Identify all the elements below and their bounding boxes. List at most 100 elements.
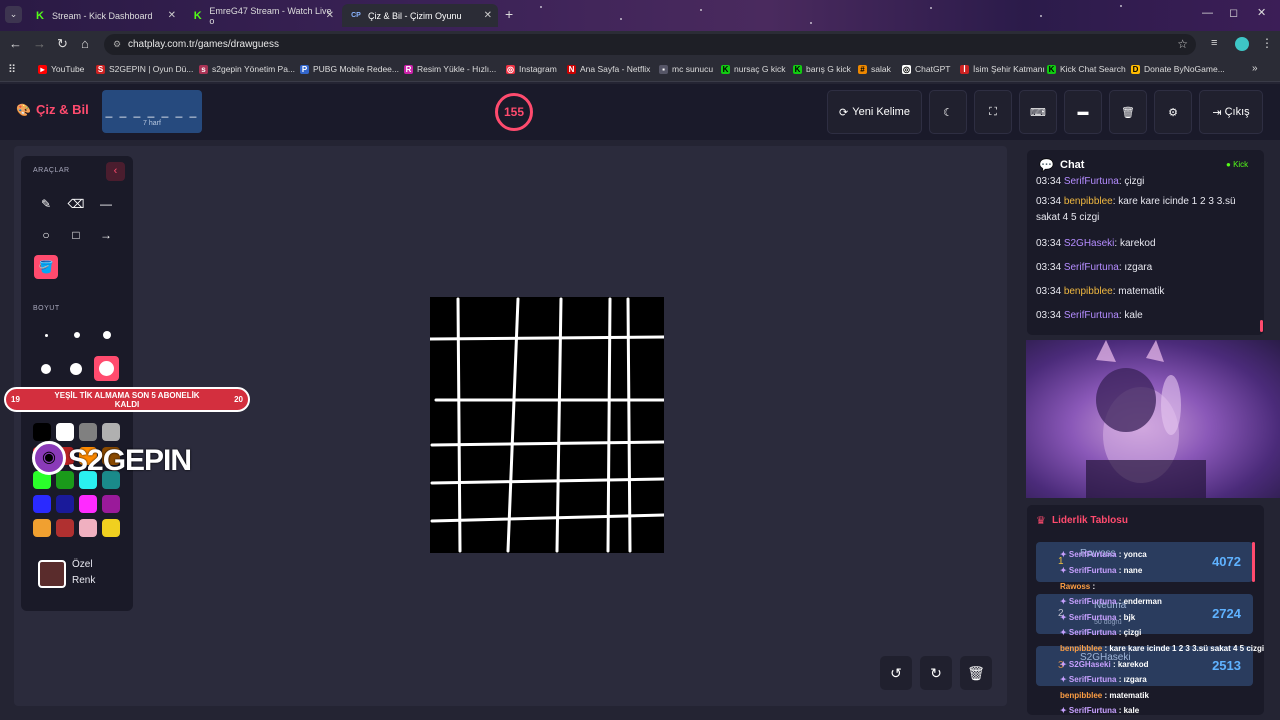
color-swatch[interactable]	[56, 423, 74, 441]
bookmark-mc-sunucu[interactable]: ▪ mc sunucu	[659, 64, 713, 74]
bookmark-isim-sehir[interactable]: İ İsim Şehir Katmanı	[960, 64, 1045, 74]
goal-target: 20	[234, 395, 243, 404]
line-tool[interactable]: —	[94, 192, 118, 216]
tab-emreg47-stream[interactable]: K EmreG47 Stream - Watch Live o ✕	[184, 4, 340, 27]
bookmark-donate[interactable]: D Donate ByNoGame...	[1131, 64, 1225, 74]
bookmark-pubg[interactable]: P PUBG Mobile Redee...	[300, 64, 399, 74]
chat-username[interactable]: benpibblee	[1064, 286, 1113, 297]
tab-ciz-bil[interactable]: CP Çiz & Bil - Çizim Oyunu ✕	[342, 4, 498, 27]
color-swatch[interactable]	[33, 495, 51, 513]
size-5[interactable]	[70, 363, 82, 375]
dark-mode-button[interactable]: ☾	[929, 90, 967, 134]
custom-color-swatch[interactable]	[38, 560, 66, 588]
new-tab-button[interactable]: +	[505, 6, 513, 22]
bookmark-chatgpt[interactable]: ◎ ChatGPT	[902, 64, 950, 74]
arrow-tool[interactable]: →	[94, 223, 118, 247]
fullscreen-button[interactable]: ⛶	[974, 90, 1012, 134]
bookmark-baris-kick[interactable]: Kbarış G kick	[793, 64, 851, 74]
collapse-panel-button[interactable]: ‹	[106, 162, 125, 181]
bookmark-nursac-kick[interactable]: Knursaç G kick	[721, 64, 786, 74]
player-score: 2724	[1212, 606, 1241, 621]
bookmark-star-icon[interactable]: ☆	[1177, 34, 1188, 55]
close-icon[interactable]: ✕	[168, 10, 176, 21]
overlay-text: : çizgi	[1116, 628, 1142, 637]
chat-username[interactable]: benpibblee	[1064, 196, 1113, 207]
chat-text: : çizgi	[1118, 176, 1145, 187]
minimize-button[interactable]: —	[1202, 7, 1213, 19]
brand-logo[interactable]: 🎨 Çiz & Bil	[16, 102, 89, 117]
redo-button[interactable]: ↻	[920, 656, 952, 690]
clear-button[interactable]: 🗑	[1109, 90, 1147, 134]
chat-scrollbar[interactable]	[1260, 320, 1263, 332]
tab-kick-dashboard[interactable]: K Stream - Kick Dashboard ✕	[26, 4, 182, 27]
chat-username[interactable]: S2GHaseki	[1064, 238, 1115, 249]
apps-icon[interactable]: ⠿	[8, 63, 16, 76]
keyboard-button[interactable]: ⌨	[1019, 90, 1057, 134]
overlay-username: Rawoss	[1060, 582, 1091, 591]
size-4[interactable]	[41, 364, 51, 374]
overlay-chat-line: ✦ SerifFurtuna : nane	[1060, 566, 1142, 575]
chat-username[interactable]: SerifFurtuna	[1064, 310, 1119, 321]
archive-button[interactable]: ▬	[1064, 90, 1102, 134]
chat-username[interactable]: SerifFurtuna	[1064, 262, 1119, 273]
overlay-username: ✦ SerifFurtuna	[1060, 613, 1117, 622]
chat-time: 03:34	[1036, 286, 1064, 297]
size-3[interactable]	[103, 331, 111, 339]
gear-icon: ⚙	[1168, 106, 1178, 119]
exit-button[interactable]: ⇥ Çıkış	[1199, 90, 1263, 134]
letter-count: 7 harf	[143, 120, 161, 127]
bookmark-s2gepin-yonetim[interactable]: s s2gepin Yönetim Pa...	[199, 64, 295, 74]
size-2[interactable]	[74, 332, 80, 338]
more-bookmarks-icon[interactable]: »	[1252, 63, 1258, 74]
bookmarks-bar: ⠿ ▸ YouTube S S2GEPIN | Oyun Dü... s s2gepi…	[0, 58, 1280, 82]
media-icon[interactable]: ≡	[1211, 37, 1217, 49]
close-icon[interactable]: ✕	[326, 10, 334, 21]
bookmark-salak[interactable]: # salak	[858, 64, 891, 74]
restore-button[interactable]: ◻	[1229, 6, 1238, 19]
eraser-tool[interactable]: ⌫	[64, 192, 88, 216]
color-swatch[interactable]	[56, 495, 74, 513]
chat-username[interactable]: SerifFurtuna	[1064, 176, 1119, 187]
bookmark-netflix[interactable]: N Ana Sayfa - Netflix	[567, 64, 650, 74]
size-6-selected[interactable]	[94, 356, 119, 381]
chat-messages[interactable]: 03:34 SerifFurtuna: çizgi 03:34 benpibble…	[1027, 176, 1264, 330]
circle-tool[interactable]: ○	[34, 223, 58, 247]
brush-tool[interactable]: ✎	[34, 192, 58, 216]
color-swatch[interactable]	[79, 495, 97, 513]
color-swatch[interactable]	[102, 423, 120, 441]
leaderboard-scrollbar[interactable]	[1252, 542, 1255, 582]
overlay-chat-line: ✦ S2GHaseki : karekod	[1060, 660, 1149, 669]
fill-bucket-tool[interactable]: 🪣	[34, 255, 58, 279]
site-info-icon[interactable]: ⚙	[113, 34, 121, 55]
profile-avatar[interactable]	[1235, 37, 1249, 51]
address-bar[interactable]: ⚙ chatplay.com.tr/games/drawguess ☆	[104, 34, 1196, 55]
color-swatch[interactable]	[79, 423, 97, 441]
color-swatch[interactable]	[102, 495, 120, 513]
menu-icon[interactable]: ⋮	[1261, 36, 1273, 50]
bookmark-youtube[interactable]: ▸ YouTube	[38, 64, 84, 74]
bookmark-resim-yukle[interactable]: R Resim Yükle - Hızlı...	[404, 64, 496, 74]
rectangle-tool[interactable]: □	[64, 223, 88, 247]
forward-icon[interactable]: →	[33, 36, 46, 51]
bookmark-kick-chat-search[interactable]: K Kick Chat Search	[1047, 64, 1126, 74]
color-swatch[interactable]	[33, 423, 51, 441]
color-swatch[interactable]	[79, 519, 97, 537]
drawing-canvas[interactable]	[428, 297, 666, 553]
clear-canvas-button[interactable]: 🗑	[960, 656, 992, 690]
color-swatch[interactable]	[102, 519, 120, 537]
close-window-button[interactable]: ✕	[1257, 6, 1266, 19]
bookmark-s2gepin-oyun[interactable]: S S2GEPIN | Oyun Dü...	[96, 64, 193, 74]
back-icon[interactable]: ←	[9, 36, 22, 51]
color-swatch[interactable]	[33, 519, 51, 537]
home-icon[interactable]: ⌂	[81, 36, 89, 51]
size-1[interactable]	[45, 334, 48, 337]
close-icon[interactable]: ✕	[484, 10, 492, 21]
undo-button[interactable]: ↺	[880, 656, 912, 690]
tab-search-button[interactable]: ⌄	[5, 6, 22, 23]
settings-button[interactable]: ⚙	[1154, 90, 1192, 134]
new-word-button[interactable]: ⟳ Yeni Kelime	[827, 90, 922, 134]
reload-icon[interactable]: ↻	[57, 36, 68, 52]
color-swatch[interactable]	[56, 519, 74, 537]
bookmark-instagram[interactable]: ◎ Instagram	[506, 64, 557, 74]
player-score: 2513	[1212, 658, 1241, 673]
